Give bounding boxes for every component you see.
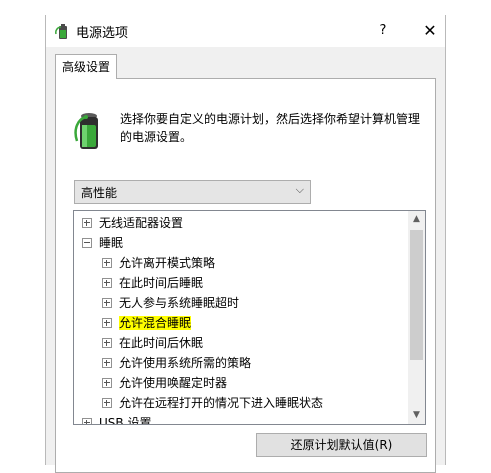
expand-icon[interactable] <box>102 357 112 368</box>
expand-icon[interactable] <box>82 217 92 228</box>
window-title: 电源选项 <box>76 26 129 41</box>
description-text: 选择你要自定义的电源计划，然后选择你希望计算机管理的电源设置。 <box>120 112 421 144</box>
tree-item-system-required-policy[interactable]: 允许使用系统所需的策略 <box>102 353 251 373</box>
tree-item-remote-open-sleep[interactable]: 允许在远程打开的情况下进入睡眠状态 <box>102 393 323 413</box>
expand-icon[interactable] <box>102 317 112 328</box>
scroll-down-arrow-icon[interactable]: ▼ <box>408 407 425 424</box>
advanced-settings-panel: 选择你要自定义的电源计划，然后选择你希望计算机管理的电源设置。 高性能 ⌵ 无线… <box>55 78 436 473</box>
tree-item-wake-timers[interactable]: 允许使用唤醒定时器 <box>102 373 227 393</box>
tree-item-usb-settings[interactable]: USB 设置 <box>82 413 151 424</box>
expand-icon[interactable] <box>102 377 112 388</box>
battery-plan-icon <box>74 113 98 149</box>
expand-icon[interactable] <box>102 297 112 308</box>
vertical-scrollbar[interactable]: ▲ ▼ <box>408 211 425 424</box>
scroll-up-arrow-icon[interactable]: ▲ <box>408 211 425 228</box>
scroll-thumb[interactable] <box>410 230 423 360</box>
power-options-dialog: 电源选项 ? ✕ 高级设置 选择你要自定义的电源计划，然后选择你希望计算机管理的… <box>45 15 446 473</box>
help-button[interactable]: ? <box>368 15 398 47</box>
chevron-down-icon: ⌵ <box>295 183 304 196</box>
close-button[interactable]: ✕ <box>415 15 445 47</box>
expand-icon[interactable] <box>82 417 92 424</box>
power-plan-icon <box>55 24 67 39</box>
expand-icon[interactable] <box>102 257 112 268</box>
collapse-icon[interactable] <box>82 237 92 248</box>
expand-icon[interactable] <box>102 277 112 288</box>
tree-item-unattended-sleep-timeout[interactable]: 无人参与系统睡眠超时 <box>102 293 239 313</box>
tab-advanced-settings[interactable]: 高级设置 <box>55 54 117 79</box>
tree-item-away-mode-policy[interactable]: 允许离开模式策略 <box>102 253 215 273</box>
power-plan-select-value: 高性能 <box>81 186 118 200</box>
tree-item-hybrid-sleep[interactable]: 允许混合睡眠 <box>102 313 192 333</box>
tree-item-wireless-adapter[interactable]: 无线适配器设置 <box>82 213 183 233</box>
title-bar[interactable]: 电源选项 ? ✕ <box>46 15 445 47</box>
tree-item-sleep[interactable]: 睡眠 <box>82 233 123 253</box>
settings-tree[interactable]: 无线适配器设置 睡眠 允许离开模式策略 在此时间后睡眠 无人参与系统睡眠超时 允… <box>73 210 426 425</box>
power-plan-select[interactable]: 高性能 ⌵ <box>74 180 311 204</box>
restore-plan-defaults-button[interactable]: 还原计划默认值(R) <box>256 433 427 457</box>
tree-item-hibernate-after[interactable]: 在此时间后休眠 <box>102 333 203 353</box>
expand-icon[interactable] <box>102 397 112 408</box>
expand-icon[interactable] <box>102 337 112 348</box>
tree-item-sleep-after[interactable]: 在此时间后睡眠 <box>102 273 203 293</box>
